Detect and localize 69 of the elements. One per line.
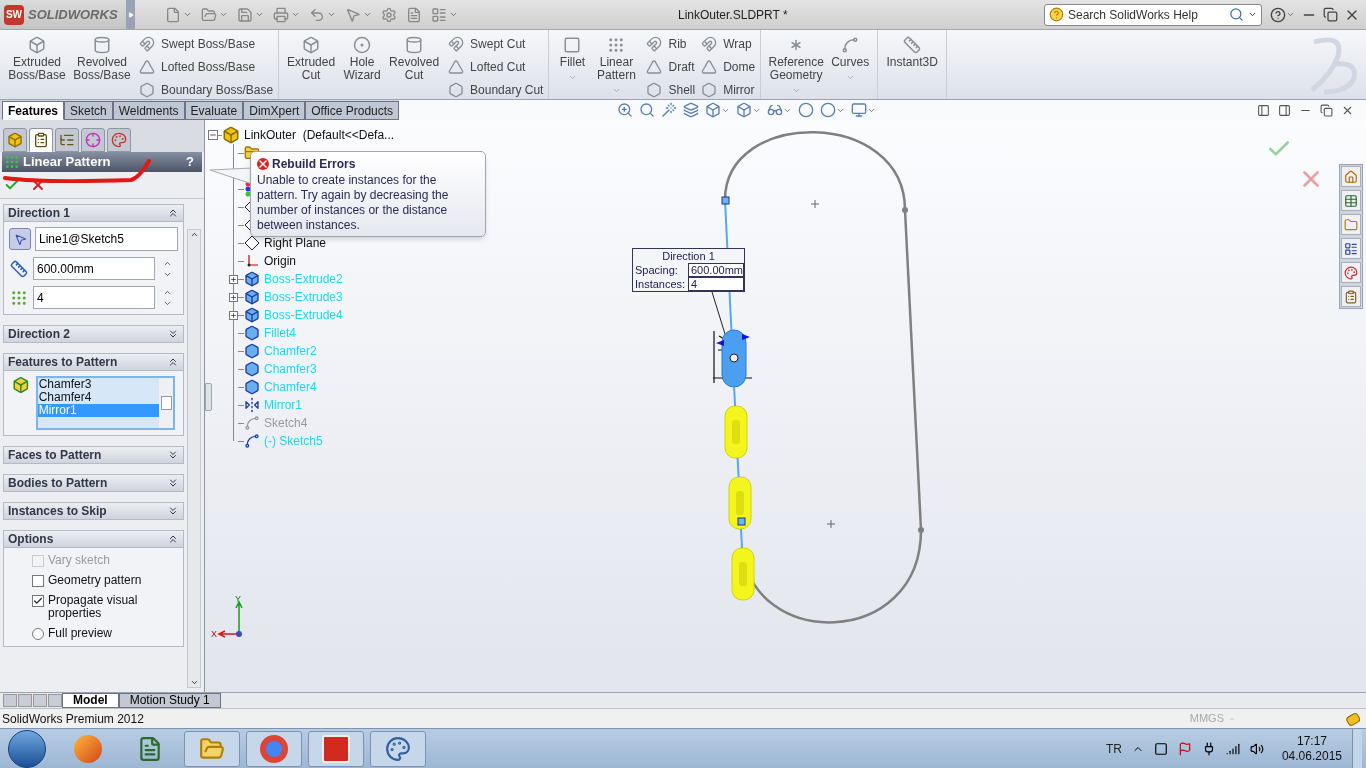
ribbon-button[interactable]: Curves [828,36,873,82]
logo-text: SOLIDWORKS [28,5,118,24]
input-field[interactable]: 4 [33,286,155,309]
ribbon-button[interactable]: Linear Pattern [592,36,641,95]
tree-item[interactable]: Right Plane [264,234,327,252]
ribbon-button[interactable]: Mirror [701,80,756,99]
command-tab[interactable]: Sketch [64,101,113,120]
option-label: Full preview [48,627,114,640]
ribbon-button[interactable]: Shell [646,80,696,99]
callout-field[interactable]: 4 [688,277,744,291]
option-label: Propagate visual properties [48,594,139,620]
ribbon-button[interactable]: Draft [646,57,696,77]
ribbon-button[interactable]: Boundary Boss/Base [139,80,274,99]
panel-title: Linear Pattern [23,153,111,172]
clock-date: 04.06.2015 [1281,748,1342,764]
section-header[interactable]: Instances to Skip [3,502,184,520]
callout-title: Direction 1 [661,249,716,263]
ribbon-button[interactable]: Swept Cut [448,34,544,54]
window-title: LinkOuter.SLDPRT * [678,6,788,24]
ribbon-button[interactable]: Rib [646,34,696,54]
ribbon-button[interactable]: Fillet [554,36,591,82]
section-header[interactable]: Faces to Pattern [3,446,184,464]
ribbon-button[interactable]: Lofted Boss/Base [139,57,274,77]
command-tab[interactable]: DimXpert [243,101,306,120]
tooltip-message: Unable to create instances for the pattern. Try again by decreasing the number of instances or the distance between instances. [257,173,450,233]
ribbon-button[interactable]: Instant3D [883,36,942,69]
ribbon-button[interactable]: Extruded Cut [284,36,339,82]
section-header[interactable]: Options [3,530,184,548]
option-label: Geometry pattern [48,574,143,587]
language-indicator[interactable]: TR [1105,739,1122,758]
list-item[interactable]: Chamfer4 [37,391,159,404]
tooltip-title: Rebuild Errors [272,156,356,173]
ribbon-button[interactable]: Hole Wizard [340,36,385,82]
logo-mark: SW [4,4,24,25]
section-header[interactable]: Direction 1 [3,204,184,222]
ribbon-button[interactable]: Dome [701,57,756,77]
command-tab[interactable]: Weldments [112,101,185,120]
input-field[interactable]: 600.00mm [33,257,155,280]
ribbon-button[interactable]: Extruded Boss/Base [5,36,69,82]
ribbon-button[interactable]: Reference Geometry [766,36,827,95]
list-item[interactable]: Chamfer3 [37,378,159,391]
ribbon-button[interactable]: Wrap [701,34,756,54]
section-header[interactable]: Bodies to Pattern [3,474,184,492]
ribbon-button[interactable]: Revolved Boss/Base [71,36,133,82]
callout-label: Spacing: [634,262,679,278]
search-field[interactable]: Search SolidWorks Help [1044,3,1262,26]
status-text: SolidWorks Premium 2012 [2,710,144,728]
ribbon-button[interactable]: Swept Boss/Base [139,34,274,54]
command-tab[interactable]: Features [2,101,65,120]
tree-item[interactable]: LinkOuter (Default<<Defa... [244,126,395,144]
bottom-tab[interactable]: Motion Study 1 [118,693,221,708]
axis-label: Y [235,596,241,604]
option-label: Vary sketch [48,554,111,567]
feature-list[interactable]: Chamfer3 Chamfer4 Mirror1 [35,376,175,430]
ribbon-button[interactable]: Lofted Cut [448,57,544,77]
tree-item[interactable]: Origin [264,252,296,270]
callout-field[interactable]: 600.00mm [688,263,744,277]
section-header[interactable]: Features to Pattern [3,353,184,371]
clock-time: 17:17 [1296,733,1327,749]
ribbon-button[interactable]: Revolved Cut [386,36,443,82]
command-tab[interactable]: Evaluate [184,101,244,120]
section-header[interactable]: Direction 2 [3,325,184,343]
input-field[interactable]: Line1@Sketch5 [35,227,178,251]
callout-label: Instances: [634,276,687,292]
help-button[interactable]: ? [186,152,194,172]
axis-label: X [211,629,217,639]
bottom-tab[interactable]: Model [62,693,119,708]
ribbon-button[interactable]: Boundary Cut [448,80,544,99]
command-tab[interactable]: Office Products [305,101,400,120]
